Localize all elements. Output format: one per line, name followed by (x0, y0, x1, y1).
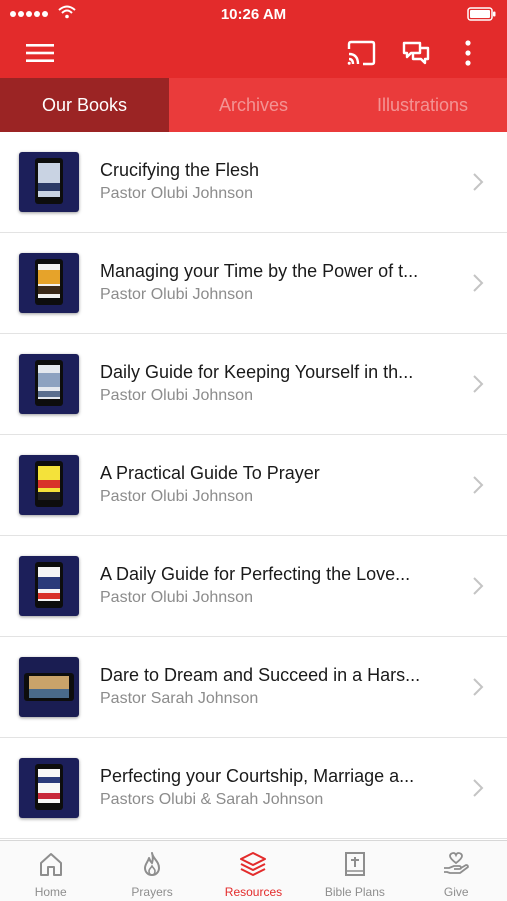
flame-icon (144, 852, 161, 876)
book-title: Daily Guide for Keeping Yourself in th..… (100, 362, 414, 382)
menu-button[interactable] (20, 39, 60, 67)
chevron-right-icon (473, 678, 484, 696)
tab-bible-plans-label: Bible Plans (324, 885, 385, 899)
battery-icon (467, 7, 496, 21)
book-cover (19, 556, 79, 616)
tab-resources[interactable]: Resources (203, 841, 304, 901)
chat-bubbles-icon (402, 41, 430, 65)
bible-icon (344, 852, 365, 876)
chevron-right-icon (473, 577, 484, 595)
chat-button[interactable] (398, 38, 434, 68)
book-cover (19, 253, 79, 313)
book-title: A Practical Guide To Prayer (100, 463, 320, 483)
segment-tabs: Our Books Archives Illustrations (0, 78, 507, 132)
tab-prayers[interactable]: Prayers (101, 841, 202, 901)
list-item[interactable]: Perfecting your Courtship, Marriage a...… (0, 738, 507, 839)
chevron-right-icon (473, 375, 484, 393)
chevron-right-icon (473, 274, 484, 292)
status-bar: 10:26 AM (0, 0, 507, 28)
book-title: A Daily Guide for Perfecting the Love... (100, 564, 411, 584)
book-author: Pastor Sarah Johnson (100, 690, 259, 707)
book-cover (19, 758, 79, 818)
layers-icon (240, 852, 267, 876)
tab-illustrations[interactable]: Illustrations (338, 78, 507, 132)
hamburger-icon (26, 44, 54, 62)
book-author: Pastor Olubi Johnson (100, 185, 253, 202)
tab-bible-plans[interactable]: Bible Plans (304, 841, 405, 901)
more-button[interactable] (456, 38, 480, 68)
tab-prayers-label: Prayers (131, 885, 173, 899)
tab-archives[interactable]: Archives (169, 78, 338, 132)
book-cover (19, 152, 79, 212)
cast-icon (347, 40, 376, 66)
chevron-right-icon (473, 476, 484, 494)
tab-resources-label: Resources (224, 885, 283, 899)
home-icon (39, 853, 62, 876)
list-item[interactable]: Managing your Time by the Power of t... … (0, 233, 507, 334)
list-item[interactable]: Dare to Dream and Succeed in a Hars... P… (0, 637, 507, 738)
chevron-right-icon (473, 173, 484, 191)
nav-bar (0, 28, 507, 78)
chevron-right-icon (473, 779, 484, 797)
tab-give[interactable]: Give (406, 841, 507, 901)
status-time: 10:26 AM (220, 6, 287, 23)
app-header: 10:26 AM (0, 0, 507, 78)
book-cover (19, 455, 79, 515)
book-author: Pastor Olubi Johnson (100, 387, 253, 404)
tab-home[interactable]: Home (0, 841, 101, 901)
list-item[interactable]: Crucifying the Flesh Pastor Olubi Johnso… (0, 132, 507, 233)
book-title: Managing your Time by the Power of t... (100, 261, 419, 281)
bottom-tab-bar: Home Prayers Resources Bible Plans Give (0, 840, 507, 901)
tab-home-label: Home (34, 885, 67, 899)
book-list: Crucifying the Flesh Pastor Olubi Johnso… (0, 132, 507, 839)
more-vertical-icon (465, 40, 471, 66)
book-cover (19, 657, 79, 717)
list-item[interactable]: A Practical Guide To Prayer Pastor Olubi… (0, 435, 507, 536)
book-title: Perfecting your Courtship, Marriage a... (100, 766, 415, 786)
book-author: Pastor Olubi Johnson (100, 488, 253, 505)
book-cover (19, 354, 79, 414)
book-author: Pastor Olubi Johnson (100, 589, 253, 606)
book-author: Pastors Olubi & Sarah Johnson (100, 791, 324, 808)
book-author: Pastor Olubi Johnson (100, 286, 253, 303)
book-title: Crucifying the Flesh (100, 160, 260, 180)
book-title: Dare to Dream and Succeed in a Hars... (100, 665, 421, 685)
tab-give-label: Give (443, 885, 469, 899)
list-item[interactable]: A Daily Guide for Perfecting the Love...… (0, 536, 507, 637)
tab-our-books[interactable]: Our Books (0, 78, 169, 132)
give-hand-icon (444, 852, 470, 874)
cast-button[interactable] (343, 38, 379, 68)
list-item[interactable]: Daily Guide for Keeping Yourself in th..… (0, 334, 507, 435)
